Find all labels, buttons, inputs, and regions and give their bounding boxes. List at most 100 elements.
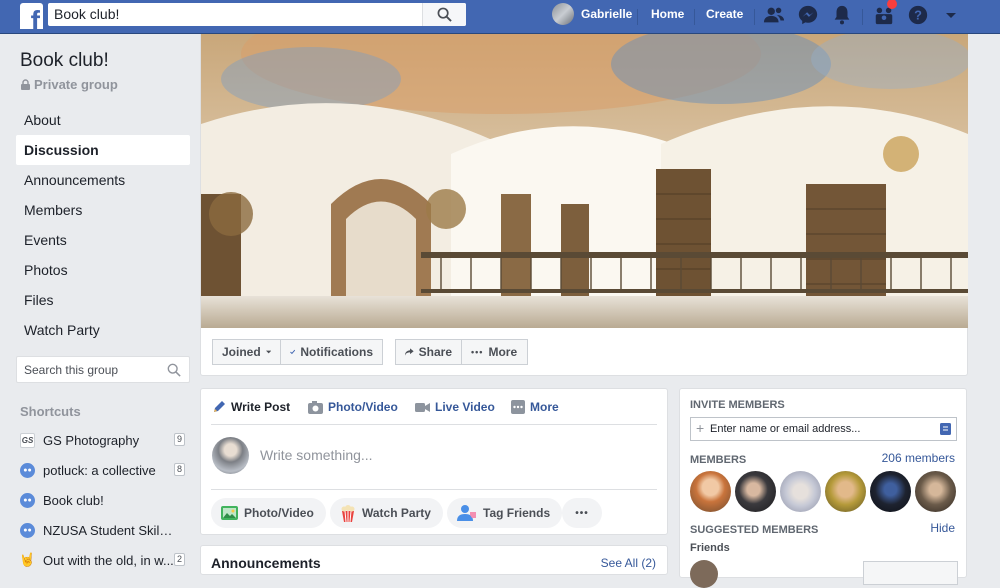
more-dots-icon: ••• [471,347,484,357]
invite-members-input[interactable] [710,423,930,435]
group-title[interactable]: Book club! [20,50,109,72]
friend-requests-icon[interactable] [763,4,785,26]
shortcut-item[interactable]: GS GS Photography 9 [20,425,190,455]
member-avatar[interactable] [780,471,821,512]
divider [862,9,863,25]
avatar [212,437,249,474]
top-navigation-bar: f Book club! Gabrielle Home Create ? [0,0,1000,34]
profile-link[interactable]: Gabrielle [552,3,632,25]
create-link[interactable]: Create [706,7,743,21]
shortcut-item[interactable]: ●● Book club! [20,485,190,515]
more-options-pill[interactable]: ••• [562,498,602,528]
pill-label: Tag Friends [483,506,551,520]
shortcut-count: 8 [173,463,185,476]
contacts-book-icon[interactable] [940,423,951,435]
tab-write-post[interactable]: Write Post [212,398,290,416]
write-post-input[interactable]: Write something... [260,447,373,463]
search-button[interactable] [422,3,466,26]
tab-label: More [530,400,559,414]
more-button[interactable]: ••• More [461,339,528,365]
members-sidebar-card: INVITE MEMBERS + MEMBERS 206 members SUG… [679,388,967,588]
shortcut-item[interactable]: 🤘 Out with the old, in w... 2 [19,545,190,575]
share-arrow-icon [405,348,414,356]
search-icon [437,7,452,22]
tab-label: Photo/Video [328,400,398,414]
member-avatar[interactable] [915,471,956,512]
tab-label: Live Video [435,400,495,414]
cover-photo[interactable] [201,34,968,328]
avatar[interactable] [690,560,718,588]
composer-divider [211,424,657,425]
notifications-icon[interactable] [831,4,853,26]
notification-badge [887,0,897,9]
watch-party-pill[interactable]: Watch Party [330,498,443,528]
nav-item-about[interactable]: About [16,105,190,135]
shortcut-label: GS Photography [43,432,140,448]
group-navigation: About Discussion Announcements Members E… [16,105,190,345]
gs-photography-icon: GS [20,432,35,448]
checkmark-icon [290,349,296,355]
global-search-input[interactable]: Book club! [48,3,466,26]
photo-video-pill[interactable]: Photo/Video [211,498,326,528]
tab-label: Write Post [231,400,291,414]
member-avatar[interactable] [690,471,731,512]
library-cover-image [201,34,968,328]
photo-icon [221,506,238,520]
nav-item-announcements[interactable]: Announcements [16,165,190,195]
tab-live-video[interactable]: Live Video [415,398,495,416]
members-count-link[interactable]: 206 members [882,451,955,465]
pencil-icon [214,401,225,412]
shortcuts-heading: Shortcuts [20,404,81,419]
nav-item-members[interactable]: Members [16,195,190,225]
lock-icon [21,79,30,90]
joined-label: Joined [222,345,261,359]
notifications-label: Notifications [300,345,373,359]
tag-friends-pill[interactable]: Tag Friends [447,498,563,528]
shortcut-label: Book club! [43,492,104,508]
nav-item-discussion[interactable]: Discussion [16,135,190,165]
hide-link[interactable]: Hide [930,521,955,535]
nav-item-events[interactable]: Events [16,225,190,255]
members-heading: MEMBERS [690,454,747,466]
shortcut-item[interactable]: ●● potluck: a collective 8 [20,455,190,485]
member-avatar[interactable] [735,471,776,512]
share-button[interactable]: Share [395,339,462,365]
nav-item-photos[interactable]: Photos [16,255,190,285]
shortcut-count: 9 [173,433,185,446]
see-all-link[interactable]: See All (2) [601,556,656,570]
svg-text:?: ? [914,8,922,23]
search-icon[interactable] [167,363,181,377]
camera-icon [308,400,323,414]
member-avatar[interactable] [870,471,911,512]
shortcut-label: NZUSA Student Skill S... [43,522,175,538]
divider [637,9,638,25]
nav-item-files[interactable]: Files [16,285,190,315]
account-menu-icon[interactable] [941,4,961,26]
group-search-input[interactable] [24,363,164,377]
left-sidebar: Book club! Private group About Discussio… [0,34,200,569]
shortcut-item[interactable]: ●● NZUSA Student Skill S... [20,515,190,545]
notifications-button[interactable]: Notifications [280,339,383,365]
tag-friends-icon [457,505,476,521]
search-query-text[interactable]: Book club! [54,6,119,22]
nav-item-watch-party[interactable]: Watch Party [16,315,190,345]
home-link[interactable]: Home [651,7,684,21]
privacy-label: Private group [34,77,118,92]
group-icon: ●● [20,522,35,538]
share-label: Share [418,345,452,359]
messenger-icon[interactable] [797,4,819,26]
facebook-logo[interactable]: f [20,3,43,29]
joined-button[interactable]: Joined [212,339,281,365]
help-icon[interactable]: ? [907,4,929,26]
post-composer: Write Post Photo/Video Live Video More W… [200,388,668,535]
more-box-icon [511,400,525,414]
invite-heading: INVITE MEMBERS [690,399,785,411]
rock-hand-icon: 🤘 [19,552,36,567]
tab-photo-video[interactable]: Photo/Video [308,398,398,416]
suggested-members-heading: SUGGESTED MEMBERS [690,524,819,536]
add-member-button[interactable] [863,561,958,585]
divider [754,9,755,25]
member-avatar[interactable] [825,471,866,512]
chevron-down-icon [265,350,271,354]
tab-more[interactable]: More [511,398,559,416]
